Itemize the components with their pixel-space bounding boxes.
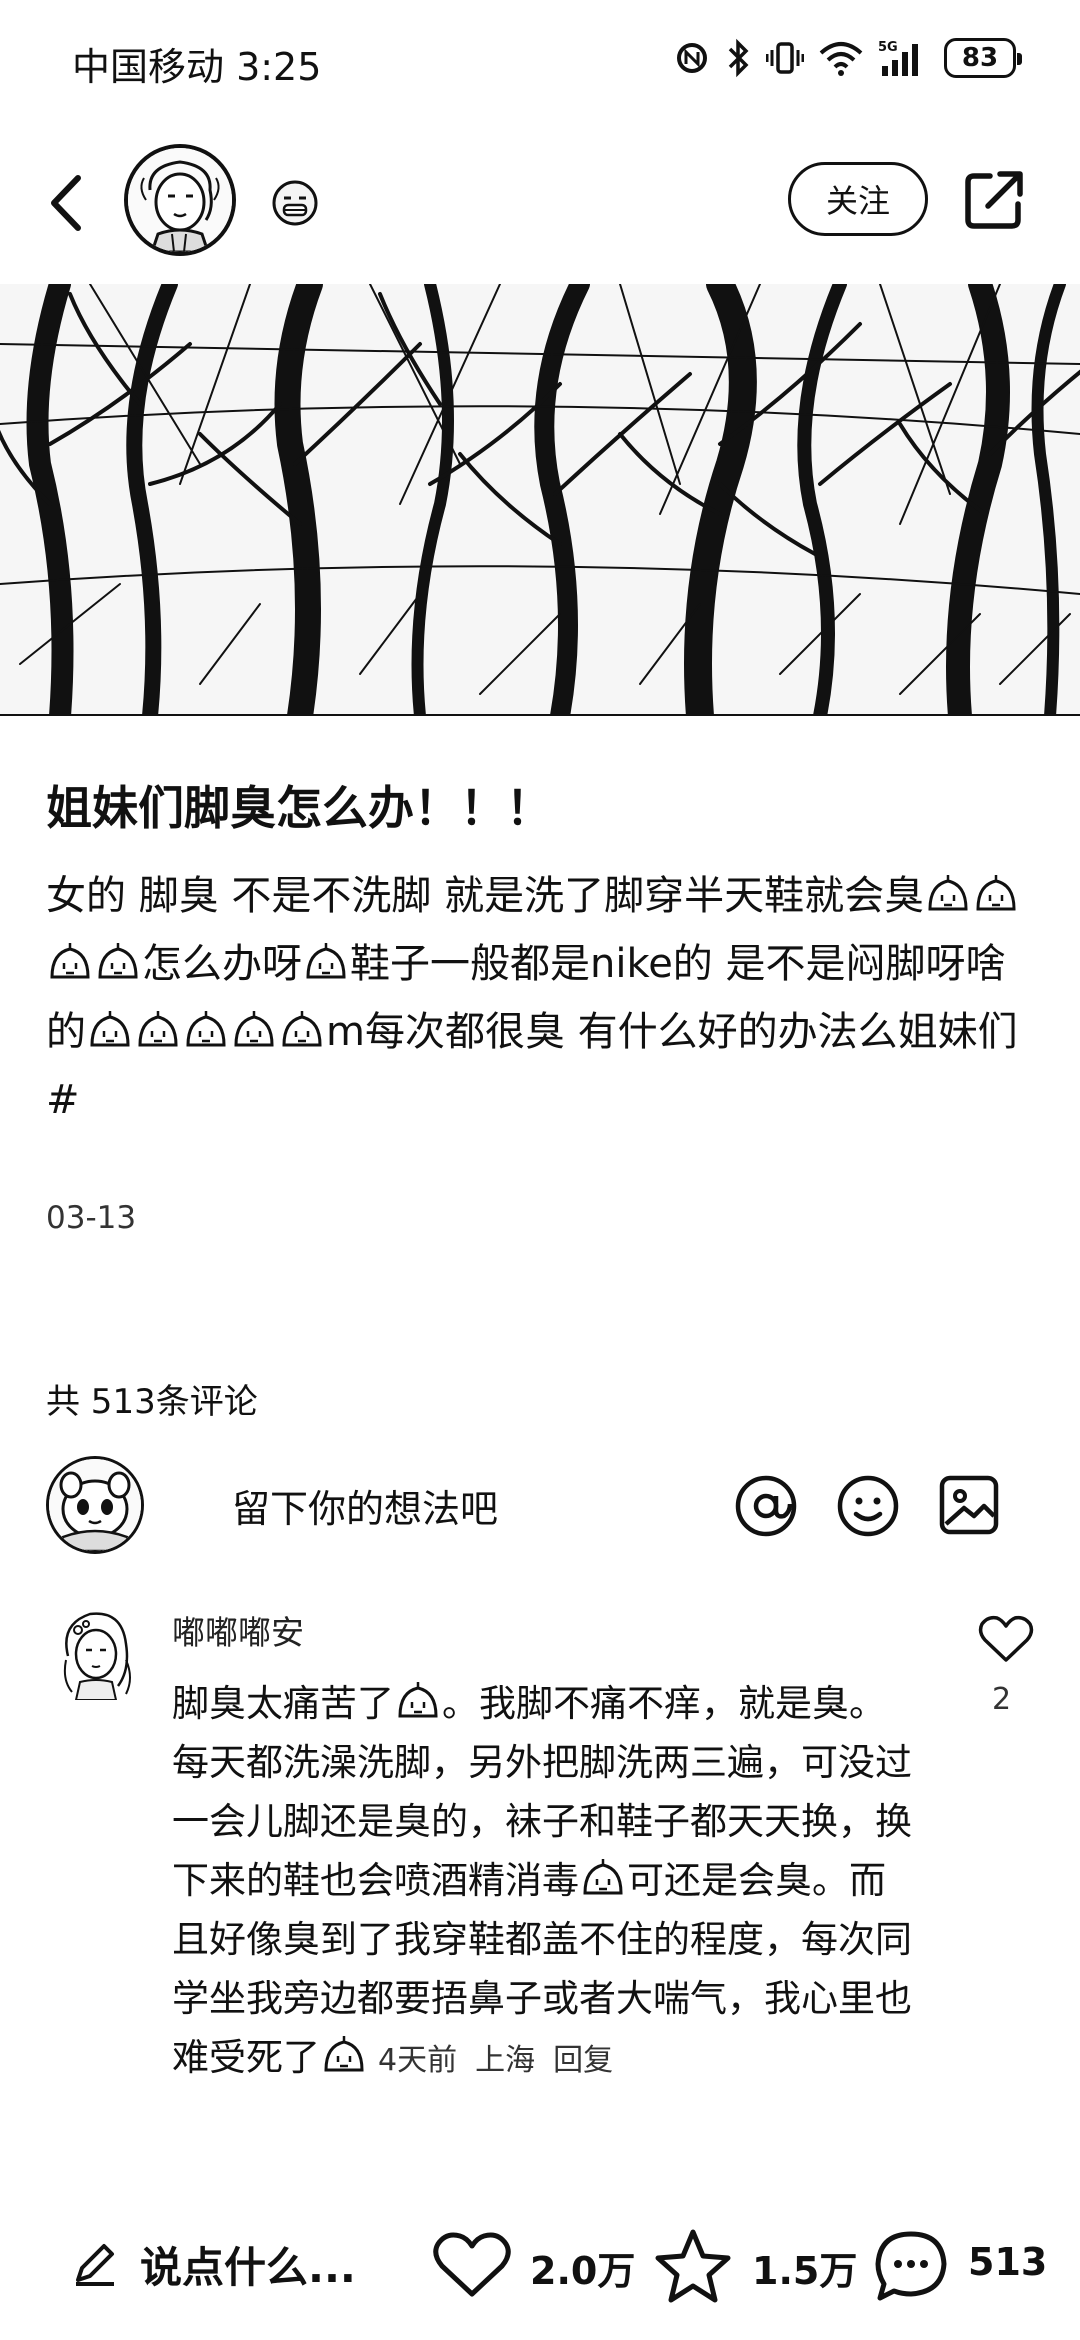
post-body-text: 女的 脚臭 不是不洗脚 就是洗了脚穿半天鞋就会臭: [46, 873, 925, 919]
bluetooth-icon: [728, 38, 749, 78]
status-icons: 5G 83: [672, 38, 1022, 78]
comment-time: 4天前: [378, 2043, 458, 2078]
sticker-icon: [138, 1011, 178, 1047]
say-something-input[interactable]: 说点什么...: [140, 2234, 356, 2295]
favorite-count: 1.5万: [752, 2249, 858, 2293]
reply-button[interactable]: 回复: [553, 2043, 613, 2078]
favorite-icon[interactable]: [654, 2228, 732, 2304]
status-bar: 中国移动 3:25 5G 83: [0, 0, 1080, 120]
battery-indicator: 83: [944, 38, 1022, 78]
comment-text: 脚臭太痛苦了 。我脚不痛不痒，就是臭。每天都洗澡洗脚，另外把脚洗两三遍，可没过一会…: [172, 1674, 912, 2090]
sticker-icon: [398, 1682, 438, 1718]
forest-image: [0, 284, 1080, 714]
signal-5g-icon: 5G: [878, 40, 918, 76]
pencil-icon[interactable]: [72, 2240, 118, 2286]
my-avatar-image: [49, 1459, 141, 1551]
comment-icon[interactable]: [872, 2228, 950, 2304]
back-icon[interactable]: [38, 168, 98, 238]
post-title: 姐妹们脚臭怎么办！！！: [46, 781, 552, 835]
sticker-icon: [90, 1011, 130, 1047]
author-avatar-image: [128, 148, 232, 252]
sticker-icon: [306, 943, 346, 979]
wifi-icon: [819, 42, 863, 76]
svg-text:5G: 5G: [878, 40, 898, 55]
bottom-action-bar: 说点什么... 2.0万 1.5万 513: [0, 2210, 1080, 2320]
post-detail-screen: 中国移动 3:25 5G 83 关注 姐妹们脚臭怎么办！！！ 女的 脚臭 不是不…: [0, 0, 1080, 2340]
comment-meta: 4天前 上海 回复: [378, 2043, 631, 2078]
like-icon[interactable]: [432, 2230, 512, 2300]
nfc-icon: [677, 43, 707, 73]
comment-total-count: 513: [968, 2240, 1048, 2284]
comment-avatar-image: [46, 1600, 146, 1700]
like-count: 2.0万: [530, 2249, 636, 2293]
sticker-icon: [324, 2036, 364, 2072]
emoji-icon[interactable]: [836, 1474, 900, 1538]
sticker-icon: [234, 1011, 274, 1047]
share-icon[interactable]: [960, 164, 1030, 234]
post-date: 03-13: [46, 1200, 137, 1236]
sticker-icon: [186, 1011, 226, 1047]
sticker-icon: [928, 875, 968, 911]
author-avatar[interactable]: [124, 144, 236, 256]
sticker-icon: [583, 1859, 623, 1895]
comment-like-count: 2: [992, 1682, 1012, 1717]
post-body: 女的 脚臭 不是不洗脚 就是洗了脚穿半天鞋就会臭怎么办呀 鞋子一般都是nike的 …: [46, 862, 1036, 1134]
follow-button[interactable]: 关注: [788, 162, 928, 236]
carrier-time: 中国移动 3:25: [72, 45, 322, 89]
post-body-text: 怎么办呀: [142, 941, 302, 987]
comment-author-avatar[interactable]: [46, 1600, 146, 1700]
sticker-icon: [98, 943, 138, 979]
vibrate-icon: [766, 42, 804, 74]
image-icon[interactable]: [938, 1474, 1000, 1536]
my-avatar[interactable]: [46, 1456, 144, 1554]
comment-text-part: 脚臭太痛苦了: [172, 1682, 394, 1725]
comment-count: 共 513条评论: [46, 1382, 258, 1422]
post-header: 关注: [0, 140, 1080, 270]
author-badge-icon: [272, 180, 318, 226]
comment-location: 上海: [475, 2043, 536, 2078]
at-icon[interactable]: [734, 1474, 798, 1538]
sticker-icon: [50, 943, 90, 979]
comment-author-name[interactable]: 嘟嘟嘟安: [172, 1606, 304, 1654]
comment-input[interactable]: 留下你的想法吧: [232, 1478, 498, 1533]
sticker-icon: [282, 1011, 322, 1047]
post-image[interactable]: [0, 284, 1080, 716]
sticker-icon: [976, 875, 1016, 911]
comment-like-icon[interactable]: [978, 1614, 1034, 1664]
